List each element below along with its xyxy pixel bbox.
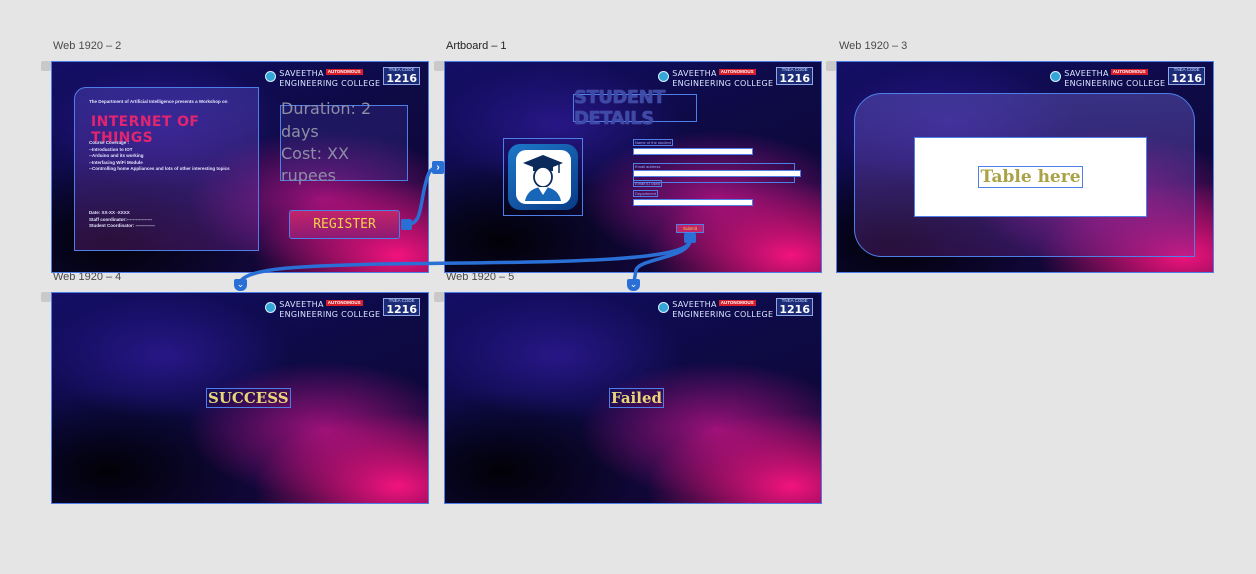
college-emblem-icon — [658, 70, 670, 82]
artboard-label-artboard-1[interactable]: Artboard – 1 — [446, 40, 507, 52]
success-message: SUCCESS — [206, 388, 291, 408]
college-emblem-icon — [265, 70, 277, 82]
workshop-info-card[interactable]: The Department of Artificial Intelligenc… — [74, 87, 259, 251]
artboard-web-1920-5[interactable]: SAVEETHA AUTONOMOUS ENGINEERING COLLEGE T… — [444, 292, 822, 504]
artboard-corner-handle[interactable] — [41, 61, 51, 71]
table-placeholder-box[interactable]: Table here — [914, 137, 1147, 217]
coverage-list: Course Coverage : --Introduction to IOT … — [89, 140, 230, 172]
autonomous-badge: AUTONOMOUS — [325, 68, 363, 76]
field-label-email-used: Email ID used — [633, 180, 662, 188]
artboard-web-1920-4[interactable]: SAVEETHA AUTONOMOUS ENGINEERING COLLEGE T… — [51, 292, 429, 504]
table-placeholder-text: Table here — [978, 166, 1083, 188]
register-button[interactable]: REGISTER — [289, 210, 400, 239]
college-logo: SAVEETHA AUTONOMOUS ENGINEERING COLLEGE T… — [265, 66, 420, 88]
workshop-intro: The Department of Artificial Intelligenc… — [89, 99, 228, 104]
student-details-title: STUDENT DETAILS — [573, 87, 697, 129]
failed-message: Failed — [609, 388, 664, 408]
prototype-target-chevron-down-icon[interactable]: ⌄ — [234, 279, 247, 291]
tnea-code-badge: TNEA CODE 1216 — [383, 298, 420, 316]
field-label-department: Department — [633, 190, 658, 198]
college-logo: SAVEETHA AUTONOMOUS ENGINEERING COLLEGE T… — [658, 297, 813, 319]
artboard-label-web-1920-3[interactable]: Web 1920 – 3 — [839, 40, 907, 52]
college-emblem-icon — [265, 301, 277, 313]
student-avatar-frame[interactable] — [503, 138, 583, 216]
college-emblem-icon — [1050, 70, 1062, 82]
logo-name: SAVEETHA — [279, 69, 324, 78]
artboard-corner-handle[interactable] — [826, 61, 836, 71]
college-emblem-icon — [658, 301, 670, 313]
artboard-web-1920-3[interactable]: SAVEETHA AUTONOMOUS ENGINEERING COLLEGE T… — [836, 61, 1214, 273]
coverage-item: --Controlling home Appliances and lots o… — [89, 166, 230, 172]
coordinator-details: Date: XX-XX -XXXX Staff coordinator:----… — [89, 210, 155, 229]
artboard-artboard-1[interactable]: SAVEETHA AUTONOMOUS ENGINEERING COLLEGE T… — [444, 61, 822, 273]
artboard-web-1920-2[interactable]: SAVEETHA AUTONOMOUS ENGINEERING COLLEGE T… — [51, 61, 429, 273]
cost-text: Cost: XX rupees — [281, 144, 349, 186]
college-logo: SAVEETHA AUTONOMOUS ENGINEERING COLLEGE T… — [658, 66, 813, 88]
artboard-corner-handle[interactable] — [41, 292, 51, 302]
tnea-code-badge: TNEA CODE 1216 — [776, 67, 813, 85]
submit-button[interactable]: Submit — [676, 224, 704, 233]
tnea-code-badge: TNEA CODE 1216 — [383, 67, 420, 85]
artboard-label-web-1920-2[interactable]: Web 1920 – 2 — [53, 40, 121, 52]
graduate-student-icon — [515, 150, 571, 204]
student-name-input[interactable] — [633, 148, 753, 155]
field-label-name: Name of the student — [633, 139, 674, 147]
tnea-code-badge: TNEA CODE 1216 — [1168, 67, 1205, 85]
tnea-code-badge: TNEA CODE 1216 — [776, 298, 813, 316]
duration-cost-box[interactable]: Duration: 2 days Cost: XX rupees — [280, 99, 408, 185]
college-logo: SAVEETHA AUTONOMOUS ENGINEERING COLLEGE T… — [265, 297, 420, 319]
logo-college: ENGINEERING COLLEGE — [279, 79, 381, 88]
prototype-target-chevron-right-icon[interactable]: › — [432, 161, 444, 174]
artboard-corner-handle[interactable] — [434, 292, 444, 302]
artboard-corner-handle[interactable] — [434, 61, 444, 71]
college-logo: SAVEETHA AUTONOMOUS ENGINEERING COLLEGE T… — [1050, 66, 1205, 88]
department-input[interactable] — [633, 199, 753, 206]
email-address-input[interactable] — [633, 170, 801, 177]
prototype-target-chevron-down-icon[interactable]: ⌄ — [627, 279, 640, 291]
duration-text: Duration: 2 days — [281, 99, 372, 141]
